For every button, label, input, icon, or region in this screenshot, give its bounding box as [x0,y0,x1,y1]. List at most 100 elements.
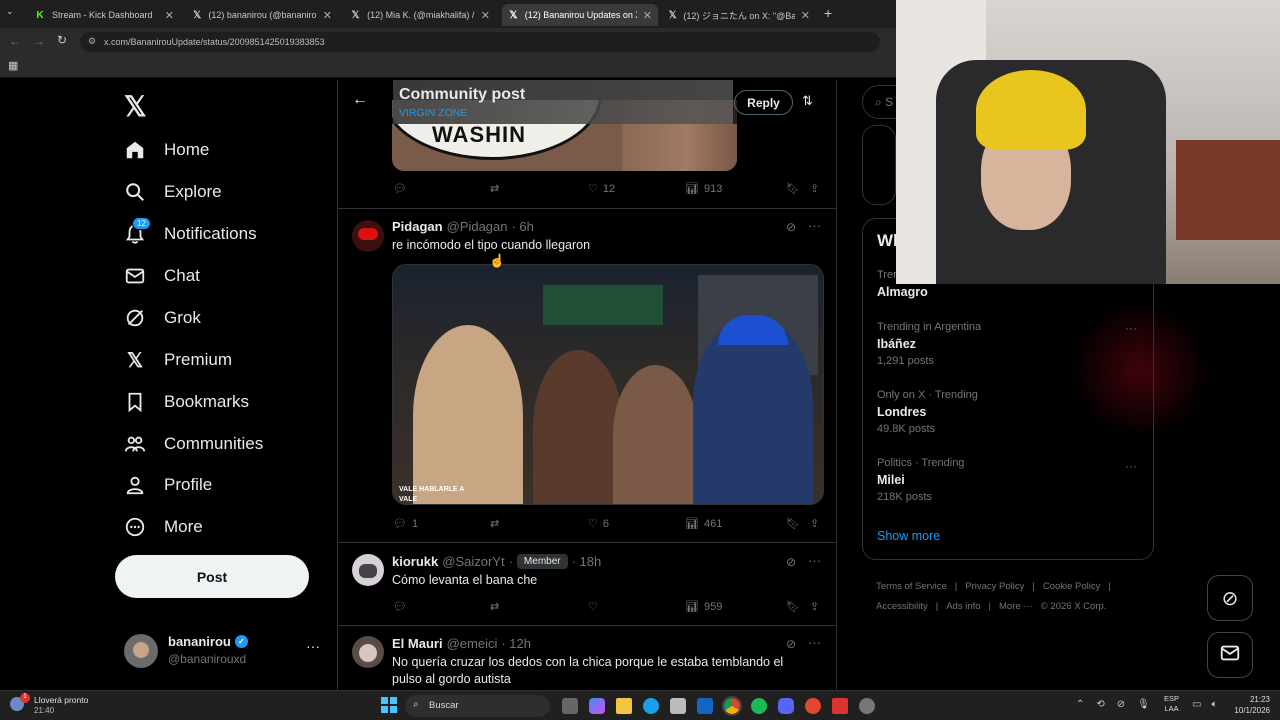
nav-notifications[interactable]: 12 Notifications [124,217,257,245]
footer-link[interactable]: Ads info [946,597,980,617]
browser-tab[interactable]: 𝕏 (12) ジョニたん on X: "@Bananirou ✕ [662,4,816,26]
tweet-video[interactable]: VALE HABLARLE A VALE [392,264,824,505]
browser-tab[interactable]: 𝕏 (12) Mia K. (@miakhalifa) / X ✕ [344,4,496,26]
show-more-link[interactable]: Show more [877,529,940,543]
close-tab-icon[interactable]: ✕ [165,9,174,22]
nav-communities[interactable]: Communities [124,433,263,455]
like-action[interactable]: ♡ [588,600,598,613]
author-handle[interactable]: @SaizorYt [442,554,504,569]
weather-widget[interactable]: 1 Lloverá pronto 21:40 [10,693,120,717]
grok-icon[interactable]: ⊘ [786,637,796,651]
timestamp[interactable]: · 12h [501,636,531,651]
timestamp[interactable]: · 6h [511,219,533,234]
views-action[interactable]: 📊︎ 913 [685,182,722,196]
author-handle[interactable]: @Pidagan [447,219,508,234]
language-indicator[interactable]: ESP LAA [1164,694,1179,714]
grok-icon[interactable]: ⊘ [786,555,796,569]
url-input[interactable]: ⚙ x.com/BananirouUpdate/status/200985142… [80,32,880,52]
tab-list-icon[interactable]: ⌄ [6,6,20,20]
retweet-action[interactable]: ⇄ [490,600,499,613]
bookmark-action[interactable]: 🔖︎ [786,600,800,613]
retweet-action[interactable]: ⇄ [490,182,499,195]
task-view-icon[interactable] [562,698,578,714]
avatar[interactable] [352,636,384,668]
grok-icon[interactable]: ⊘ [786,220,796,234]
new-tab-icon[interactable]: + [824,5,832,21]
footer-link[interactable]: Cookie Policy [1043,577,1101,597]
reply-action[interactable]: 💬︎ [393,182,412,195]
back-icon[interactable]: ← [9,34,21,48]
share-action[interactable]: ⇪ [810,517,819,530]
reply-button[interactable]: Reply [734,90,793,115]
close-tab-icon[interactable]: ✕ [481,9,490,22]
spotify-icon[interactable] [751,698,767,714]
network-icon[interactable]: ⊘ [1117,699,1125,710]
trend-item[interactable]: Trending in Argentina Ibáñez 1,291 posts [877,321,981,367]
bookmark-action[interactable]: 🔖︎ [786,517,800,530]
nav-profile[interactable]: Profile [124,474,212,496]
trend-item[interactable]: Only on X · Trending Londres 49.8K posts [877,389,978,435]
x-logo-icon[interactable]: 𝕏 [124,90,147,123]
views-action[interactable]: 📊︎ 461 [685,517,722,531]
file-explorer-icon[interactable] [616,698,632,714]
author-name[interactable]: kiorukk [392,554,438,569]
more-dots-icon[interactable]: ··· [808,553,821,568]
share-action[interactable]: ⇪ [810,182,819,195]
copilot-icon[interactable] [589,698,605,714]
close-tab-icon[interactable]: ✕ [643,9,652,22]
footer-link[interactable]: Accessibility [876,597,928,617]
footer-link[interactable]: Terms of Service [876,577,947,597]
taskbar-search[interactable]: ⌕ Buscar [405,695,550,717]
browser-tab[interactable]: K Stream - Kick Dashboard ✕ [28,4,180,26]
avatar[interactable] [352,554,384,586]
nav-grok[interactable]: Grok [124,307,201,329]
account-switcher[interactable]: bananirou ✓ @bananirouxd ··· [122,632,342,672]
author-name[interactable]: Pidagan [392,219,443,234]
nav-more[interactable]: More [124,516,203,538]
site-info-icon[interactable]: ⚙ [88,36,96,47]
nav-explore[interactable]: Explore [124,181,222,203]
sync-icon[interactable]: ⟲ [1096,699,1104,710]
settings-icon[interactable] [859,698,875,714]
brave-icon[interactable] [805,698,821,714]
like-action[interactable]: ♡ 12 [588,182,615,196]
post-button[interactable]: Post [115,555,309,598]
mail-app-icon[interactable] [697,698,713,714]
reload-icon[interactable]: ↻ [57,33,67,47]
discord-icon[interactable] [778,698,794,714]
grok-floating-button[interactable]: ⊘ [1207,575,1253,621]
quick-settings[interactable]: ▭ 🔈︎ [1192,699,1217,710]
more-dots-icon[interactable]: ··· [1125,459,1137,473]
nav-chat[interactable]: Chat [124,265,200,287]
chrome-icon[interactable] [722,696,742,716]
author-handle[interactable]: @emeici [447,636,498,651]
more-dots-icon[interactable]: ··· [306,638,320,654]
browser-tab[interactable]: 𝕏 (12) bananirou (@bananirouxd) ✕ [186,4,338,26]
edge-icon[interactable] [643,698,659,714]
footer-link[interactable]: Privacy Policy [965,577,1024,597]
back-arrow-icon[interactable]: ← [352,91,368,109]
community-name[interactable]: VIRGIN ZONE [399,107,467,119]
forward-icon[interactable]: → [33,34,45,48]
messages-floating-button[interactable] [1207,632,1253,678]
like-action[interactable]: ♡ 6 [588,517,609,531]
reply-action[interactable]: 💬︎ [393,600,407,613]
retweet-action[interactable]: ⇄ [490,517,499,530]
store-icon[interactable] [670,698,686,714]
author-name[interactable]: El Mauri [392,636,443,651]
more-dots-icon[interactable]: ··· [808,635,821,650]
nav-home[interactable]: Home [124,139,209,161]
filter-icon[interactable]: ⇅ [802,93,813,109]
share-action[interactable]: ⇪ [810,600,819,613]
reply-action[interactable]: 💬︎ 1 [393,517,418,531]
chevron-up-icon[interactable]: ⌃ [1076,699,1084,710]
avatar[interactable] [352,220,384,252]
close-tab-icon[interactable]: ✕ [323,9,332,22]
clock[interactable]: 21:23 10/1/2026 [1224,694,1270,716]
nav-bookmarks[interactable]: Bookmarks [124,391,249,413]
close-tab-icon[interactable]: ✕ [801,9,810,22]
microphone-icon[interactable]: 🎙︎ [1137,699,1150,710]
views-action[interactable]: 📊︎ 959 [685,600,722,614]
trend-item[interactable]: Politics · Trending Milei 218K posts [877,457,964,503]
bookmark-action[interactable]: 🔖︎ [786,182,800,195]
